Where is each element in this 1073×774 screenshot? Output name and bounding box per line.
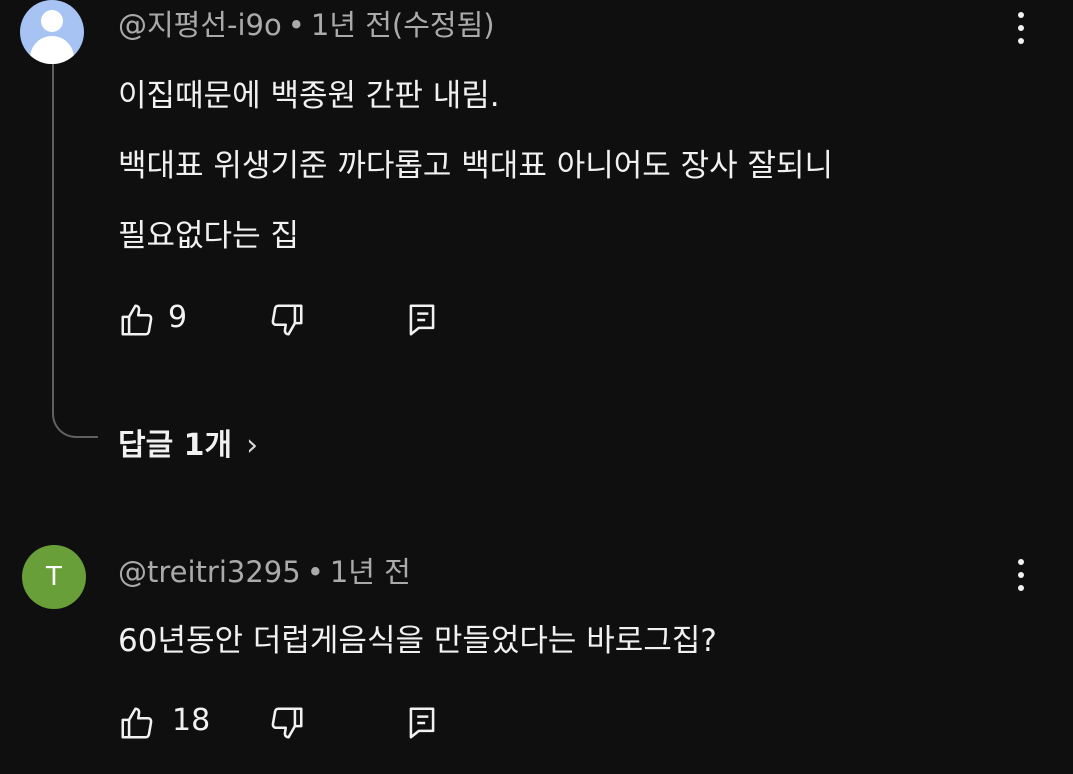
timestamp: 1년 전(수정됨): [310, 8, 495, 42]
dislike-button[interactable]: [268, 298, 308, 342]
avatar-head-shape: [41, 10, 63, 32]
reply-button[interactable]: [403, 298, 443, 342]
dislike-button[interactable]: [268, 701, 308, 745]
like-button[interactable]: 9: [118, 298, 198, 342]
comment-text-line: 60년동안 더럽게음식을 만들었다는 바로그집?: [118, 623, 717, 659]
more-vertical-icon[interactable]: [1005, 553, 1037, 597]
separator-dot: •: [306, 555, 324, 589]
thread-connector-line: [52, 64, 98, 438]
thumbs-up-icon: [121, 304, 153, 336]
comment-actions: 18: [118, 701, 458, 745]
replies-count-label: 답글 1개: [118, 428, 233, 463]
view-replies-button[interactable]: 답글 1개 ›: [118, 420, 258, 464]
thumbs-down-icon: [271, 707, 303, 739]
comment-text-line: 이집때문에 백종원 간판 내림.: [118, 78, 500, 114]
reply-icon: [409, 304, 435, 336]
comment-meta: @treitri3295 • 1년 전: [118, 549, 411, 591]
timestamp: 1년 전: [329, 555, 411, 589]
author-name[interactable]: @treitri3295: [118, 555, 301, 589]
like-button[interactable]: 18: [118, 701, 218, 745]
more-vertical-icon[interactable]: [1005, 6, 1037, 50]
comment-1: @지평선-i9o • 1년 전(수정됨) 이집때문에 백종원 간판 내림. 백대표 …: [0, 0, 1073, 480]
thumbs-up-icon: [121, 707, 153, 739]
like-count: 18: [172, 703, 211, 738]
avatar[interactable]: T: [22, 545, 86, 609]
comment-2: T @treitri3295 • 1년 전 60년동안 더럽게음식을 만들었다는 바…: [0, 545, 1073, 774]
comment-meta: @지평선-i9o • 1년 전(수정됨): [118, 2, 495, 44]
avatar-body-shape: [30, 36, 74, 64]
separator-dot: •: [287, 8, 305, 42]
reply-icon: [409, 707, 435, 739]
chevron-right-icon: ›: [246, 428, 259, 463]
thumbs-down-icon: [271, 304, 303, 336]
author-name[interactable]: @지평선-i9o: [118, 8, 282, 42]
like-count: 9: [168, 300, 188, 335]
reply-button[interactable]: [403, 701, 443, 745]
comment-text-line: 백대표 위생기준 까다롭고 백대표 아니어도 장사 잘되니: [118, 148, 834, 184]
avatar[interactable]: [20, 0, 84, 64]
comment-text-line: 필요없다는 집: [118, 218, 299, 254]
comment-actions: 9: [118, 298, 458, 342]
